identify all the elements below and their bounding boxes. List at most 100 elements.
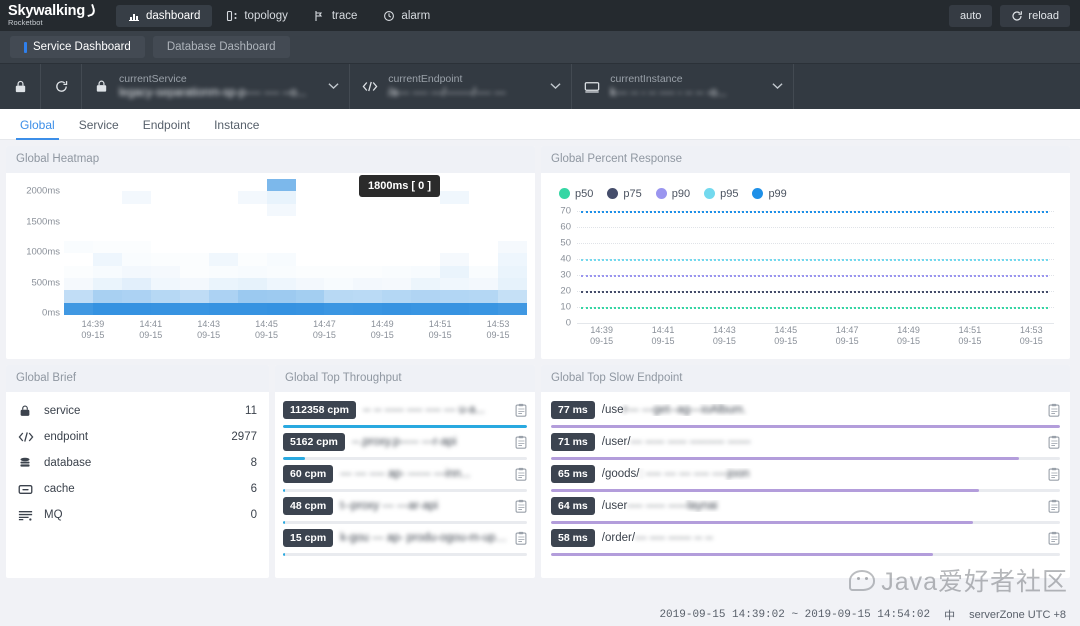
heatmap-cell[interactable]: [324, 191, 354, 204]
heatmap-cell[interactable]: [179, 191, 209, 204]
heatmap-cell[interactable]: [411, 240, 441, 254]
heatmap-column[interactable]: [208, 179, 238, 315]
heatmap-cell[interactable]: [382, 265, 412, 278]
heatmap-cell[interactable]: [92, 216, 122, 229]
heatmap-cell[interactable]: [121, 191, 151, 204]
heatmap-cell[interactable]: [498, 203, 527, 217]
heatmap-cell[interactable]: [469, 277, 499, 291]
heatmap-cell[interactable]: [498, 290, 527, 303]
heatmap-cell[interactable]: [324, 228, 354, 241]
heatmap-cell[interactable]: [440, 302, 470, 315]
legend-item-p50[interactable]: p50: [559, 188, 593, 200]
heatmap-cell[interactable]: [64, 277, 93, 291]
tab-endpoint[interactable]: Endpoint: [131, 118, 202, 139]
heatmap-cell[interactable]: [440, 290, 470, 303]
heatmap-cell[interactable]: [92, 203, 122, 217]
copy-icon[interactable]: [515, 435, 527, 449]
heatmap-cell[interactable]: [237, 253, 267, 266]
heatmap-cell[interactable]: [411, 265, 441, 278]
heatmap-cell[interactable]: [208, 240, 238, 254]
throughput-row[interactable]: 5162 cpm --.proxy.p----- ---r-api: [283, 428, 527, 460]
heatmap-cell[interactable]: [498, 179, 527, 192]
heatmap-cell[interactable]: [121, 179, 151, 192]
language-toggle[interactable]: 中: [944, 607, 955, 623]
heatmap-cell[interactable]: [92, 191, 122, 204]
heatmap-cell[interactable]: [121, 265, 151, 278]
heatmap-cell[interactable]: [382, 302, 412, 315]
heatmap-cell[interactable]: [121, 253, 151, 266]
heatmap-cell[interactable]: [353, 290, 383, 303]
heatmap-cell[interactable]: [208, 265, 238, 278]
heatmap-cell[interactable]: [150, 203, 180, 217]
heatmap-cell[interactable]: [353, 277, 383, 291]
nav-item-alarm[interactable]: alarm: [371, 5, 442, 27]
heatmap-cell[interactable]: [440, 228, 470, 241]
heatmap-cell[interactable]: [179, 253, 209, 266]
heatmap-cell[interactable]: [208, 302, 238, 315]
heatmap-cell[interactable]: [411, 253, 441, 266]
heatmap-cell[interactable]: [208, 179, 238, 192]
heatmap-cell[interactable]: [469, 191, 499, 204]
heatmap-cell[interactable]: [353, 240, 383, 254]
heatmap-cell[interactable]: [121, 240, 151, 254]
heatmap-cell[interactable]: [324, 203, 354, 217]
heatmap-cell[interactable]: [498, 265, 527, 278]
heatmap-cell[interactable]: [498, 240, 527, 254]
heatmap-cell[interactable]: [266, 253, 296, 266]
heatmap-cell[interactable]: [237, 240, 267, 254]
nav-item-dashboard[interactable]: dashboard: [116, 4, 213, 27]
heatmap-cell[interactable]: [64, 302, 93, 315]
lock-button[interactable]: [0, 63, 41, 110]
heatmap-cell[interactable]: [237, 216, 267, 229]
heatmap-cell[interactable]: [353, 253, 383, 266]
heatmap-cell[interactable]: [469, 302, 499, 315]
selector-current-endpoint[interactable]: currentEndpoint /a--- ---- ---/-------/-…: [350, 73, 571, 100]
heatmap-cell[interactable]: [266, 179, 296, 192]
heatmap-cell[interactable]: [498, 228, 527, 241]
heatmap-cell[interactable]: [92, 240, 122, 254]
slow-endpoint-row[interactable]: 58 ms/order/--- ---- ------ -- --: [551, 524, 1060, 556]
heatmap-column[interactable]: [382, 179, 412, 315]
heatmap-cell[interactable]: [382, 203, 412, 217]
heatmap-cell[interactable]: [121, 302, 151, 315]
heatmap-column[interactable]: [92, 179, 122, 315]
heatmap-cell[interactable]: [237, 179, 267, 192]
heatmap-cell[interactable]: [324, 265, 354, 278]
heatmap-cell[interactable]: [150, 290, 180, 303]
heatmap-cell[interactable]: [266, 265, 296, 278]
heatmap-column[interactable]: [353, 179, 383, 315]
slow-endpoint-row[interactable]: 64 ms/user---- ----- -----laynai: [551, 492, 1060, 524]
heatmap-cell[interactable]: [440, 191, 470, 204]
heatmap-cell[interactable]: [440, 265, 470, 278]
heatmap-cell[interactable]: [237, 302, 267, 315]
heatmap-cell[interactable]: [208, 191, 238, 204]
heatmap-cell[interactable]: [266, 302, 296, 315]
heatmap-cell[interactable]: [469, 203, 499, 217]
throughput-row[interactable]: 15 cpm k-gou --- ap- produ-ogou-m-up---io: [283, 524, 527, 556]
heatmap-cell[interactable]: [179, 277, 209, 291]
legend-item-p90[interactable]: p90: [655, 188, 690, 200]
heatmap-cell[interactable]: [150, 253, 180, 266]
heatmap-cell[interactable]: [440, 179, 470, 192]
heatmap-cell[interactable]: [64, 253, 93, 266]
heatmap-cell[interactable]: [237, 277, 267, 291]
copy-icon[interactable]: [515, 499, 527, 513]
heatmap-cell[interactable]: [266, 191, 296, 204]
nav-item-trace[interactable]: trace: [302, 5, 370, 27]
heatmap-cell[interactable]: [237, 203, 267, 217]
slow-endpoint-row[interactable]: 77 ms/user--- ---get--ag---ioAlbum.: [551, 396, 1060, 428]
heatmap-cell[interactable]: [179, 179, 209, 192]
copy-icon[interactable]: [1048, 435, 1060, 449]
tab-database-dashboard[interactable]: Database Dashboard: [152, 36, 290, 58]
heatmap-cell[interactable]: [179, 240, 209, 254]
heatmap-cell[interactable]: [440, 216, 470, 229]
heatmap-cell[interactable]: [150, 179, 180, 192]
heatmap-cell[interactable]: [382, 290, 412, 303]
heatmap-cell[interactable]: [440, 203, 470, 217]
heatmap-cell[interactable]: [179, 265, 209, 278]
heatmap-cell[interactable]: [266, 290, 296, 303]
heatmap-cell[interactable]: [208, 277, 238, 291]
heatmap-cell[interactable]: [295, 191, 325, 204]
heatmap-cell[interactable]: [440, 277, 470, 291]
heatmap-cell[interactable]: [237, 290, 267, 303]
